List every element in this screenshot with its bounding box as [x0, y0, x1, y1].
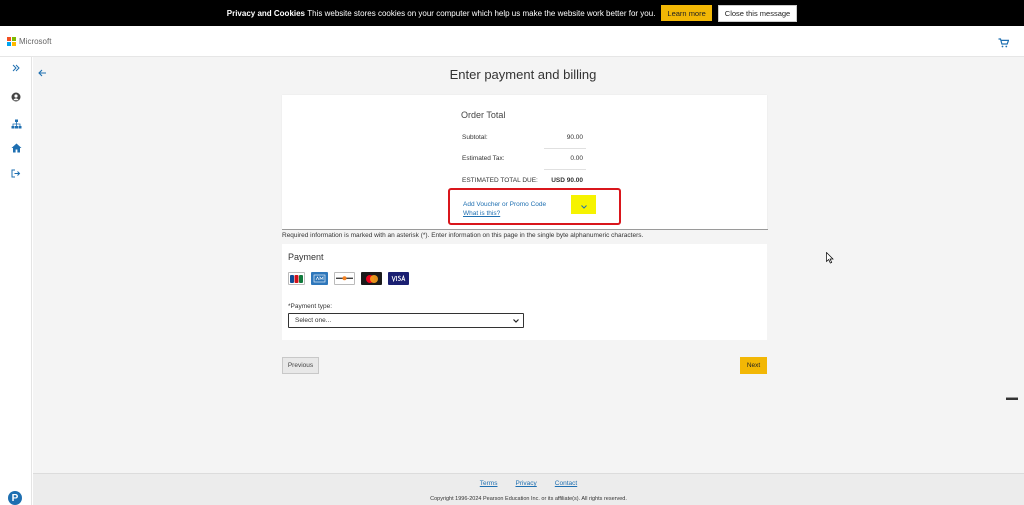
top-header: Microsoft	[0, 26, 1024, 57]
page-title: Enter payment and billing	[449, 67, 597, 82]
contact-link[interactable]: Contact	[555, 480, 577, 487]
jcb-card-icon	[288, 272, 305, 285]
panel-resize-handle[interactable]	[1006, 397, 1018, 400]
cookie-banner: Privacy and Cookies This website stores …	[0, 0, 1024, 26]
privacy-link[interactable]: Privacy	[515, 480, 536, 487]
what-is-this-link[interactable]: What is this?	[463, 210, 500, 217]
main-content: Enter payment and billing Order Total Su…	[33, 57, 1024, 505]
cart-icon[interactable]	[998, 35, 1010, 53]
footer: Terms Privacy Contact Copyright 1996-202…	[33, 473, 1024, 505]
discover-card-icon	[334, 272, 355, 285]
pearson-logo-icon[interactable]: P	[8, 491, 22, 505]
sitemap-icon[interactable]	[8, 116, 24, 132]
user-icon[interactable]	[8, 89, 24, 105]
section-divider	[282, 229, 768, 230]
brand-name: Microsoft	[19, 36, 52, 46]
expand-icon[interactable]	[8, 60, 24, 76]
total-label: ESTIMATED TOTAL DUE:	[462, 177, 538, 184]
payment-type-selected: Select one...	[295, 317, 332, 324]
visa-card-icon	[388, 272, 409, 285]
mastercard-icon	[361, 272, 382, 285]
cookie-title: Privacy and Cookies	[226, 8, 306, 18]
sign-out-icon[interactable]	[8, 165, 24, 181]
add-voucher-link[interactable]: Add Voucher or Promo Code	[463, 201, 546, 208]
chevron-down-icon	[580, 196, 587, 214]
footer-links: Terms Privacy Contact	[33, 480, 1024, 487]
order-total-title: Order Total	[461, 110, 506, 120]
accepted-cards	[288, 272, 415, 285]
voucher-expand-button[interactable]	[571, 195, 596, 214]
subtotal-divider	[544, 148, 586, 149]
next-button[interactable]: Next	[740, 357, 767, 374]
payment-type-label: *Payment type:	[288, 303, 333, 310]
voucher-highlight: Add Voucher or Promo Code What is this?	[448, 188, 621, 225]
terms-link[interactable]: Terms	[480, 480, 498, 487]
left-rail	[0, 57, 32, 505]
order-total-card: Order Total Subtotal: 90.00 Estimated Ta…	[282, 95, 767, 229]
microsoft-logo-icon	[7, 36, 16, 46]
pearson-letter: P	[11, 492, 19, 504]
cookie-message: This website stores cookies on your comp…	[307, 8, 656, 18]
copyright-text: Copyright 1996-2024 Pearson Education In…	[430, 496, 627, 502]
close-message-button[interactable]: Close this message	[717, 4, 798, 22]
previous-button[interactable]: Previous	[282, 357, 319, 374]
amex-card-icon	[311, 272, 328, 285]
tax-label: Estimated Tax:	[462, 155, 505, 162]
tax-value: 0.00	[570, 155, 583, 162]
payment-type-select[interactable]: Select one...	[288, 313, 524, 328]
payment-title: Payment	[288, 252, 324, 262]
chevron-down-icon	[512, 317, 520, 327]
subtotal-label: Subtotal:	[462, 134, 488, 141]
cookie-text: Privacy and Cookies This website stores …	[227, 9, 656, 18]
payment-card: Payment *Payment type: Select one...	[282, 244, 767, 340]
microsoft-logo[interactable]: Microsoft	[7, 36, 52, 46]
subtotal-value: 90.00	[566, 134, 583, 141]
total-value: USD 90.00	[551, 177, 583, 184]
learn-more-button[interactable]: Learn more	[661, 5, 712, 21]
mouse-cursor-icon	[826, 251, 834, 269]
required-info-note: Required information is marked with an a…	[282, 232, 644, 239]
home-icon[interactable]	[8, 140, 24, 156]
tax-divider	[544, 169, 586, 170]
